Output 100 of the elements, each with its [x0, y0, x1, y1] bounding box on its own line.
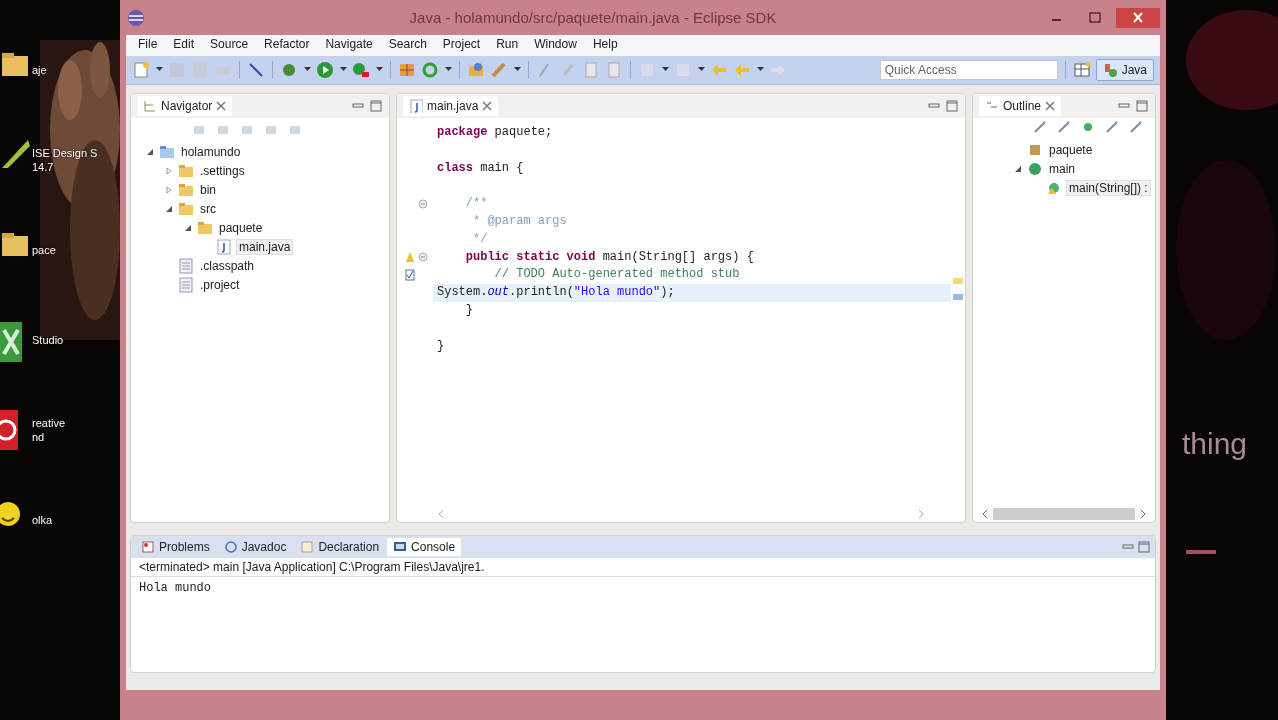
folder-icon — [178, 181, 194, 198]
menu-item[interactable]: Run — [488, 37, 527, 54]
menu-item[interactable]: Search — [380, 37, 435, 54]
close-icon[interactable] — [1130, 10, 1146, 25]
expanded-arrow-icon[interactable] — [184, 223, 192, 232]
code-line: class main { — [436, 159, 525, 177]
code-line: * @param args — [472, 213, 568, 230]
fold-icon[interactable] — [418, 252, 428, 263]
view-tab[interactable]: Problems — [135, 538, 216, 556]
open-perspective-icon[interactable] — [1072, 61, 1091, 79]
tree-item[interactable]: paquete — [1047, 142, 1095, 157]
maximize-icon[interactable] — [1135, 99, 1149, 113]
desktop-icon-label: nd — [32, 430, 46, 444]
fold-icon[interactable] — [418, 199, 428, 210]
view-tab[interactable]: Console — [387, 538, 462, 556]
file-icon — [178, 257, 194, 274]
view-tab[interactable]: Javadoc — [217, 538, 293, 556]
code-line: package paquete; — [436, 124, 554, 141]
navigator-icon — [143, 99, 157, 113]
menu-item[interactable]: Edit — [165, 37, 203, 54]
close-icon[interactable] — [1045, 101, 1056, 111]
expanded-arrow-icon[interactable] — [146, 147, 154, 156]
package-icon[interactable] — [398, 61, 416, 79]
expanded-arrow-icon[interactable] — [165, 204, 173, 213]
file-icon — [178, 276, 194, 293]
desktop-icon-label: ISE Design S — [32, 146, 98, 160]
scroll-left-icon[interactable] — [981, 509, 989, 519]
java-file-icon — [409, 99, 423, 113]
close-icon[interactable] — [482, 101, 493, 111]
editor-tab[interactable]: main.java — [403, 96, 499, 116]
task-marker-icon — [953, 294, 963, 300]
outline-tab[interactable]: Outline — [979, 96, 1062, 116]
close-button[interactable] — [1116, 7, 1160, 28]
desktop-icon-label: olka — [32, 513, 53, 527]
code-line: /** — [464, 195, 489, 213]
java-perspective-icon — [1102, 62, 1119, 78]
scroll-right-icon[interactable] — [1139, 509, 1147, 519]
menu-item[interactable]: Project — [434, 37, 489, 54]
menu-item[interactable]: Source — [202, 37, 257, 54]
maximize-icon[interactable] — [1137, 540, 1151, 554]
menu-item[interactable]: Refactor — [256, 37, 318, 54]
folder-open-icon[interactable] — [467, 61, 485, 79]
desktop-icon-label: reative — [32, 416, 66, 430]
code-line: */ — [472, 230, 489, 248]
javadoc-icon — [223, 540, 238, 554]
java-perspective-button[interactable]: Java — [1095, 59, 1154, 81]
window-title: Java - holamundo/src/paquete/main.java - Eclipse SDK — [408, 9, 778, 26]
declaration-icon — [300, 540, 315, 554]
run-tool-icon[interactable] — [352, 61, 370, 79]
desktop-icon-label: Studio — [32, 333, 64, 347]
collapsed-arrow-icon[interactable] — [165, 166, 173, 175]
maximize-icon[interactable] — [945, 99, 959, 113]
code-line: } — [436, 337, 446, 355]
menu-item[interactable]: Window — [526, 37, 585, 54]
maximize-icon[interactable] — [369, 99, 383, 113]
refresh-icon[interactable] — [421, 61, 439, 79]
folder-icon — [178, 162, 194, 179]
tree-item[interactable]: main — [1047, 161, 1077, 176]
problems-icon — [141, 540, 155, 554]
console-header: <terminated> main [Java Application] C:\Program Files\Java\jre1. — [131, 558, 1155, 577]
brush-icon[interactable] — [490, 61, 508, 79]
run-icon[interactable] — [316, 61, 334, 79]
quick-access-field[interactable]: Quick Access — [879, 60, 1058, 80]
code-line: // TODO Auto-generated method stub — [493, 266, 741, 284]
tree-item[interactable]: bin — [198, 182, 218, 197]
project-folder-icon — [159, 143, 175, 160]
menu-item[interactable]: Help — [584, 37, 626, 54]
desktop-text: thing — [1182, 427, 1248, 461]
maximize-icon[interactable] — [1087, 10, 1103, 25]
desktop-icon-label: 14.7 — [32, 160, 55, 174]
code-line: } — [464, 301, 474, 319]
tree-item[interactable]: main(String[]) : — [1066, 179, 1151, 196]
tree-item[interactable]: .project — [198, 277, 242, 292]
navigator-tab[interactable]: Navigator — [137, 96, 233, 116]
menu-item[interactable]: Navigate — [317, 37, 381, 54]
console-icon — [393, 540, 408, 554]
collapsed-arrow-icon[interactable] — [165, 185, 173, 194]
tree-item[interactable]: src — [198, 201, 218, 216]
folder-icon — [178, 200, 194, 217]
desktop-icon-label: aje — [32, 63, 47, 77]
scrollbar-thumb[interactable] — [993, 508, 1135, 520]
console-output: Hola mundo — [138, 580, 212, 597]
eclipse-logo-icon — [126, 7, 146, 28]
class-icon — [1027, 160, 1043, 177]
new-file-icon[interactable] — [132, 61, 150, 79]
expanded-arrow-icon[interactable] — [1014, 164, 1022, 173]
tree-item[interactable]: holamundo — [179, 144, 243, 159]
tree-item[interactable]: .classpath — [198, 258, 257, 273]
tree-item[interactable]: main.java — [236, 238, 294, 255]
dot-icon[interactable] — [1081, 120, 1095, 134]
tree-item[interactable]: paquete — [217, 220, 265, 235]
tree-item[interactable]: .settings — [198, 163, 247, 178]
close-icon[interactable] — [216, 101, 227, 111]
warning-marker-icon — [953, 278, 963, 284]
menu-item[interactable]: File — [130, 37, 166, 54]
code-line: public static void main(String[] args) { — [464, 248, 755, 266]
view-tab[interactable]: Declaration — [294, 538, 386, 556]
desktop-icon-label: pace — [32, 243, 56, 257]
folder-icon — [197, 219, 213, 236]
java-file-icon — [216, 238, 232, 255]
